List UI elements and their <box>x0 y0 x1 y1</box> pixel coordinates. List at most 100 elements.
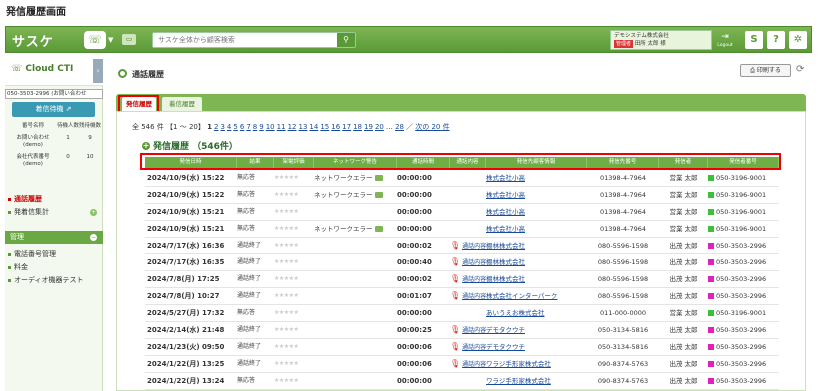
customer-link[interactable]: ワラジ手形家株式会社 <box>486 356 587 372</box>
page-link[interactable]: 13 <box>298 123 307 131</box>
warning-chat-icon[interactable] <box>374 191 383 198</box>
table-row[interactable]: 2024/1/22(月) 13:25 通話終了 ★★★★★ 00:00:06 🎙 通話内… <box>145 356 779 373</box>
table-row[interactable]: 2024/1/22(月) 13:24 無応答 ★★★★★ 00:00:00 ワラジ手形家… <box>145 373 779 390</box>
mic-icon[interactable]: 🎙 <box>450 274 460 283</box>
refresh-icon[interactable]: ⟳ <box>796 64 804 75</box>
mic-icon[interactable]: 🎙 <box>450 291 460 300</box>
rating-stars[interactable]: ★★★★★ <box>274 288 314 304</box>
customer-link[interactable]: 棚林株式会社 <box>486 238 587 254</box>
page-link[interactable]: 4 <box>227 123 231 131</box>
recording-link[interactable]: 通話内容 <box>462 243 486 250</box>
table-row[interactable]: 2024/10/9(水) 15:21 無応答 ★★★★★ 00:00:00 株式会社小高… <box>145 204 779 221</box>
page-link[interactable]: 20 <box>375 123 384 131</box>
chevron-down-icon[interactable]: ▼ <box>108 36 113 44</box>
rating-stars[interactable]: ★★★★★ <box>274 305 314 321</box>
customer-link[interactable]: ワラジ手形家株式会社 <box>486 373 587 389</box>
rating-stars[interactable]: ★★★★★ <box>274 271 314 287</box>
recording-link[interactable]: 通話内容 <box>462 293 486 300</box>
page-link[interactable]: 14 <box>309 123 318 131</box>
customer-link[interactable]: あいうえお株式会社 <box>486 305 587 321</box>
mic-icon[interactable]: 🎙 <box>450 241 460 250</box>
gear-icon[interactable]: ✲ <box>789 31 807 49</box>
page-link[interactable]: 8 <box>253 123 257 131</box>
rating-stars[interactable]: ★★★★★ <box>274 356 314 372</box>
sidebar-item-pricing[interactable]: 料金 <box>5 261 103 274</box>
customer-link[interactable]: 棚林株式会社 <box>486 254 587 270</box>
page-link[interactable]: 11 <box>277 123 286 131</box>
search-input[interactable] <box>153 33 333 47</box>
tab-incoming[interactable]: 着信履歴 <box>162 97 202 111</box>
page-link[interactable]: 2 <box>214 123 218 131</box>
table-row[interactable]: 2024/10/9(水) 15:22 無応答 ★★★★★ ネットワークエラー 00:00… <box>145 187 779 204</box>
recording-link[interactable]: 通話内容 <box>462 276 486 283</box>
page-link[interactable]: 7 <box>246 123 250 131</box>
customer-link[interactable]: デモタクウチ <box>486 322 587 338</box>
last-page-link[interactable]: 28 <box>395 123 404 131</box>
minus-icon[interactable]: − <box>90 234 97 241</box>
table-row[interactable]: 2024/7/17(水) 16:35 通話終了 ★★★★★ 00:00:40 🎙 通話内… <box>145 254 779 272</box>
page-link[interactable]: 5 <box>233 123 237 131</box>
page-link[interactable]: 16 <box>331 123 340 131</box>
table-row[interactable]: 2024/10/9(水) 15:22 無応答 ★★★★★ ネットワークエラー 00:00… <box>145 170 779 187</box>
search-icon[interactable]: ⚲ <box>337 33 355 47</box>
table-row[interactable]: 2024/7/8(月) 10:27 通話終了 ★★★★★ 00:01:07 🎙 通話内容… <box>145 288 779 306</box>
customer-link[interactable]: デモタクウチ <box>486 339 587 355</box>
mic-icon[interactable]: 🎙 <box>450 325 460 334</box>
table-row[interactable]: 2024/10/9(水) 15:21 無応答 ★★★★★ ネットワークエラー 00:00… <box>145 221 779 238</box>
page-link[interactable]: 10 <box>266 123 275 131</box>
rating-stars[interactable]: ★★★★★ <box>274 373 314 389</box>
plus-icon[interactable]: + <box>90 209 97 216</box>
manage-section-header[interactable]: 管理 − <box>5 231 103 244</box>
customer-link[interactable]: 株式会社小高 <box>486 170 587 186</box>
sasuke-icon[interactable]: S <box>745 31 763 49</box>
page-link[interactable]: 12 <box>288 123 297 131</box>
customer-link[interactable]: 株式会社インターパーク <box>486 288 587 304</box>
help-icon[interactable]: ? <box>767 31 785 49</box>
app-logo[interactable]: サスケ <box>12 31 54 50</box>
customer-link[interactable]: 株式会社小高 <box>486 204 587 220</box>
page-link[interactable]: 19 <box>364 123 373 131</box>
table-row[interactable]: 2024/7/17(水) 16:36 通話終了 ★★★★★ 00:00:02 🎙 通話内… <box>145 238 779 255</box>
recording-link[interactable]: 通話内容 <box>462 327 486 334</box>
rating-stars[interactable]: ★★★★★ <box>274 254 314 270</box>
mic-icon[interactable]: 🎙 <box>450 257 460 266</box>
recording-link[interactable]: 通話内容 <box>462 361 486 368</box>
page-link[interactable]: 17 <box>342 123 351 131</box>
customer-link[interactable]: 株式会社小高 <box>486 187 587 203</box>
table-row[interactable]: 2024/7/8(月) 17:25 通話終了 ★★★★★ 00:00:02 🎙 通話内容… <box>145 271 779 289</box>
sidebar-item-call-history[interactable]: 通話履歴 <box>5 193 103 206</box>
chat-icon[interactable]: ▭ <box>122 34 136 45</box>
page-link[interactable]: 6 <box>240 123 244 131</box>
page-link[interactable]: 18 <box>353 123 362 131</box>
customer-link[interactable]: 棚林株式会社 <box>486 271 587 287</box>
table-row[interactable]: 2024/2/14(水) 21:48 通話終了 ★★★★★ 00:00:25 🎙 通話内… <box>145 322 779 339</box>
rating-stars[interactable]: ★★★★★ <box>274 221 314 237</box>
warning-chat-icon[interactable] <box>374 225 383 232</box>
next-page-link[interactable]: 次の 20 件 <box>415 123 449 131</box>
print-button[interactable]: ⎙ 印刷する <box>740 64 791 77</box>
table-row[interactable]: 2024/1/23(火) 09:50 通話終了 ★★★★★ 00:00:06 🎙 通話内… <box>145 339 779 356</box>
wait-button[interactable]: 着信待機 ⇗ <box>12 102 95 117</box>
page-link[interactable]: 9 <box>259 123 263 131</box>
mic-icon[interactable]: 🎙 <box>450 342 460 351</box>
phone-icon[interactable]: ☏ <box>84 31 106 49</box>
sidebar-item-phone-numbers[interactable]: 電話番号管理 <box>5 248 103 261</box>
customer-link[interactable]: 株式会社小高 <box>486 221 587 237</box>
recording-link[interactable]: 通話内容 <box>462 344 486 351</box>
rating-stars[interactable]: ★★★★★ <box>274 238 314 254</box>
page-link[interactable]: 15 <box>320 123 329 131</box>
mic-icon[interactable]: 🎙 <box>450 359 460 368</box>
rating-stars[interactable]: ★★★★★ <box>274 170 314 186</box>
logout-button[interactable]: ⇥ Logout <box>716 31 734 50</box>
collapse-handle[interactable]: › <box>93 59 103 83</box>
sidebar-item-call-stats[interactable]: 発着信集計 + <box>5 206 103 219</box>
rating-stars[interactable]: ★★★★★ <box>274 322 314 338</box>
table-row[interactable]: 2024/5/27(月) 17:32 無応答 ★★★★★ 00:00:00 あいうえお株… <box>145 305 779 323</box>
recording-link[interactable]: 通話内容 <box>462 259 486 266</box>
sidebar-item-audio-test[interactable]: オーディオ機器テスト <box>5 274 103 287</box>
page-link[interactable]: 3 <box>220 123 224 131</box>
rating-stars[interactable]: ★★★★★ <box>274 204 314 220</box>
warning-chat-icon[interactable] <box>374 175 383 181</box>
rating-stars[interactable]: ★★★★★ <box>274 339 314 355</box>
rating-stars[interactable]: ★★★★★ <box>274 187 314 203</box>
